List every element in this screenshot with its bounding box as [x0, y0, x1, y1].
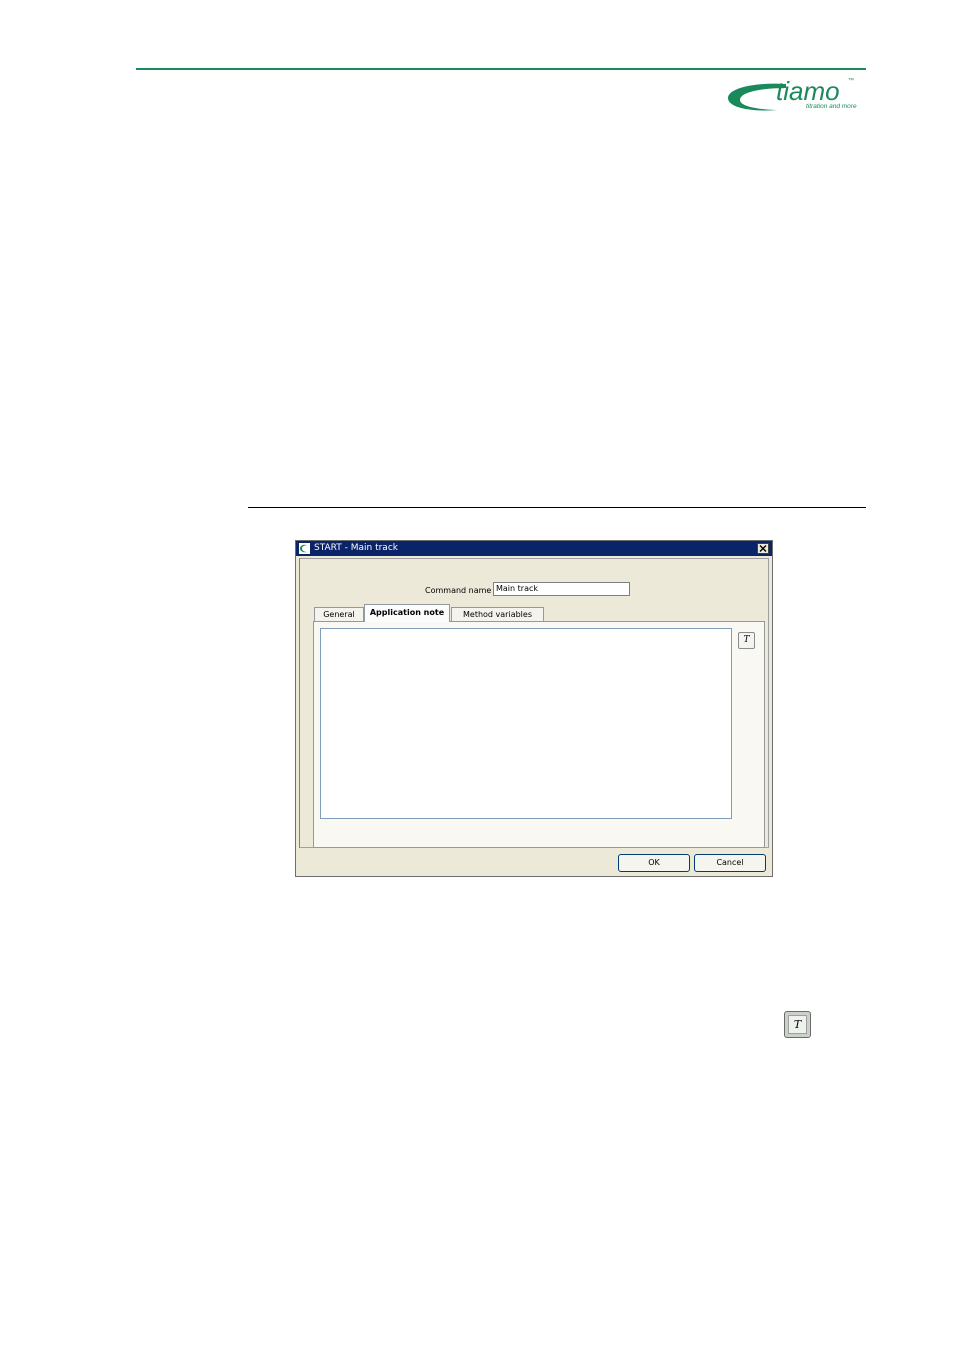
dialog-title: START - Main track — [314, 543, 398, 553]
dialog-title-bar[interactable]: START - Main track — [296, 541, 772, 556]
cancel-button[interactable]: Cancel — [694, 854, 766, 872]
text-editor-button-label: T — [788, 1015, 807, 1034]
application-note-textarea[interactable] — [320, 628, 732, 819]
text-editor-button[interactable]: T — [738, 632, 755, 649]
text-editor-button-icon: T — [784, 1011, 811, 1038]
svg-text:titration and more: titration and more — [806, 103, 857, 110]
tiamo-app-icon — [299, 543, 310, 554]
tiamo-logo: tiamo ™ titration and more — [726, 74, 868, 118]
svg-text:tiamo: tiamo — [776, 76, 840, 106]
command-name-input[interactable]: Main track — [493, 582, 630, 596]
dialog-body: Command name Main track General Applicat… — [299, 558, 769, 848]
close-icon[interactable] — [757, 543, 769, 554]
command-name-label: Command name — [425, 586, 492, 595]
ok-button[interactable]: OK — [618, 854, 690, 872]
start-dialog: START - Main track Command name Main tra… — [295, 540, 773, 877]
tab-general[interactable]: General — [314, 607, 364, 621]
header-rule — [136, 68, 866, 70]
svg-text:™: ™ — [848, 77, 854, 84]
application-note-panel: T — [313, 621, 765, 848]
section-rule — [248, 507, 866, 508]
tab-method-variables[interactable]: Method variables — [451, 607, 544, 621]
tab-application-note[interactable]: Application note — [364, 604, 450, 622]
